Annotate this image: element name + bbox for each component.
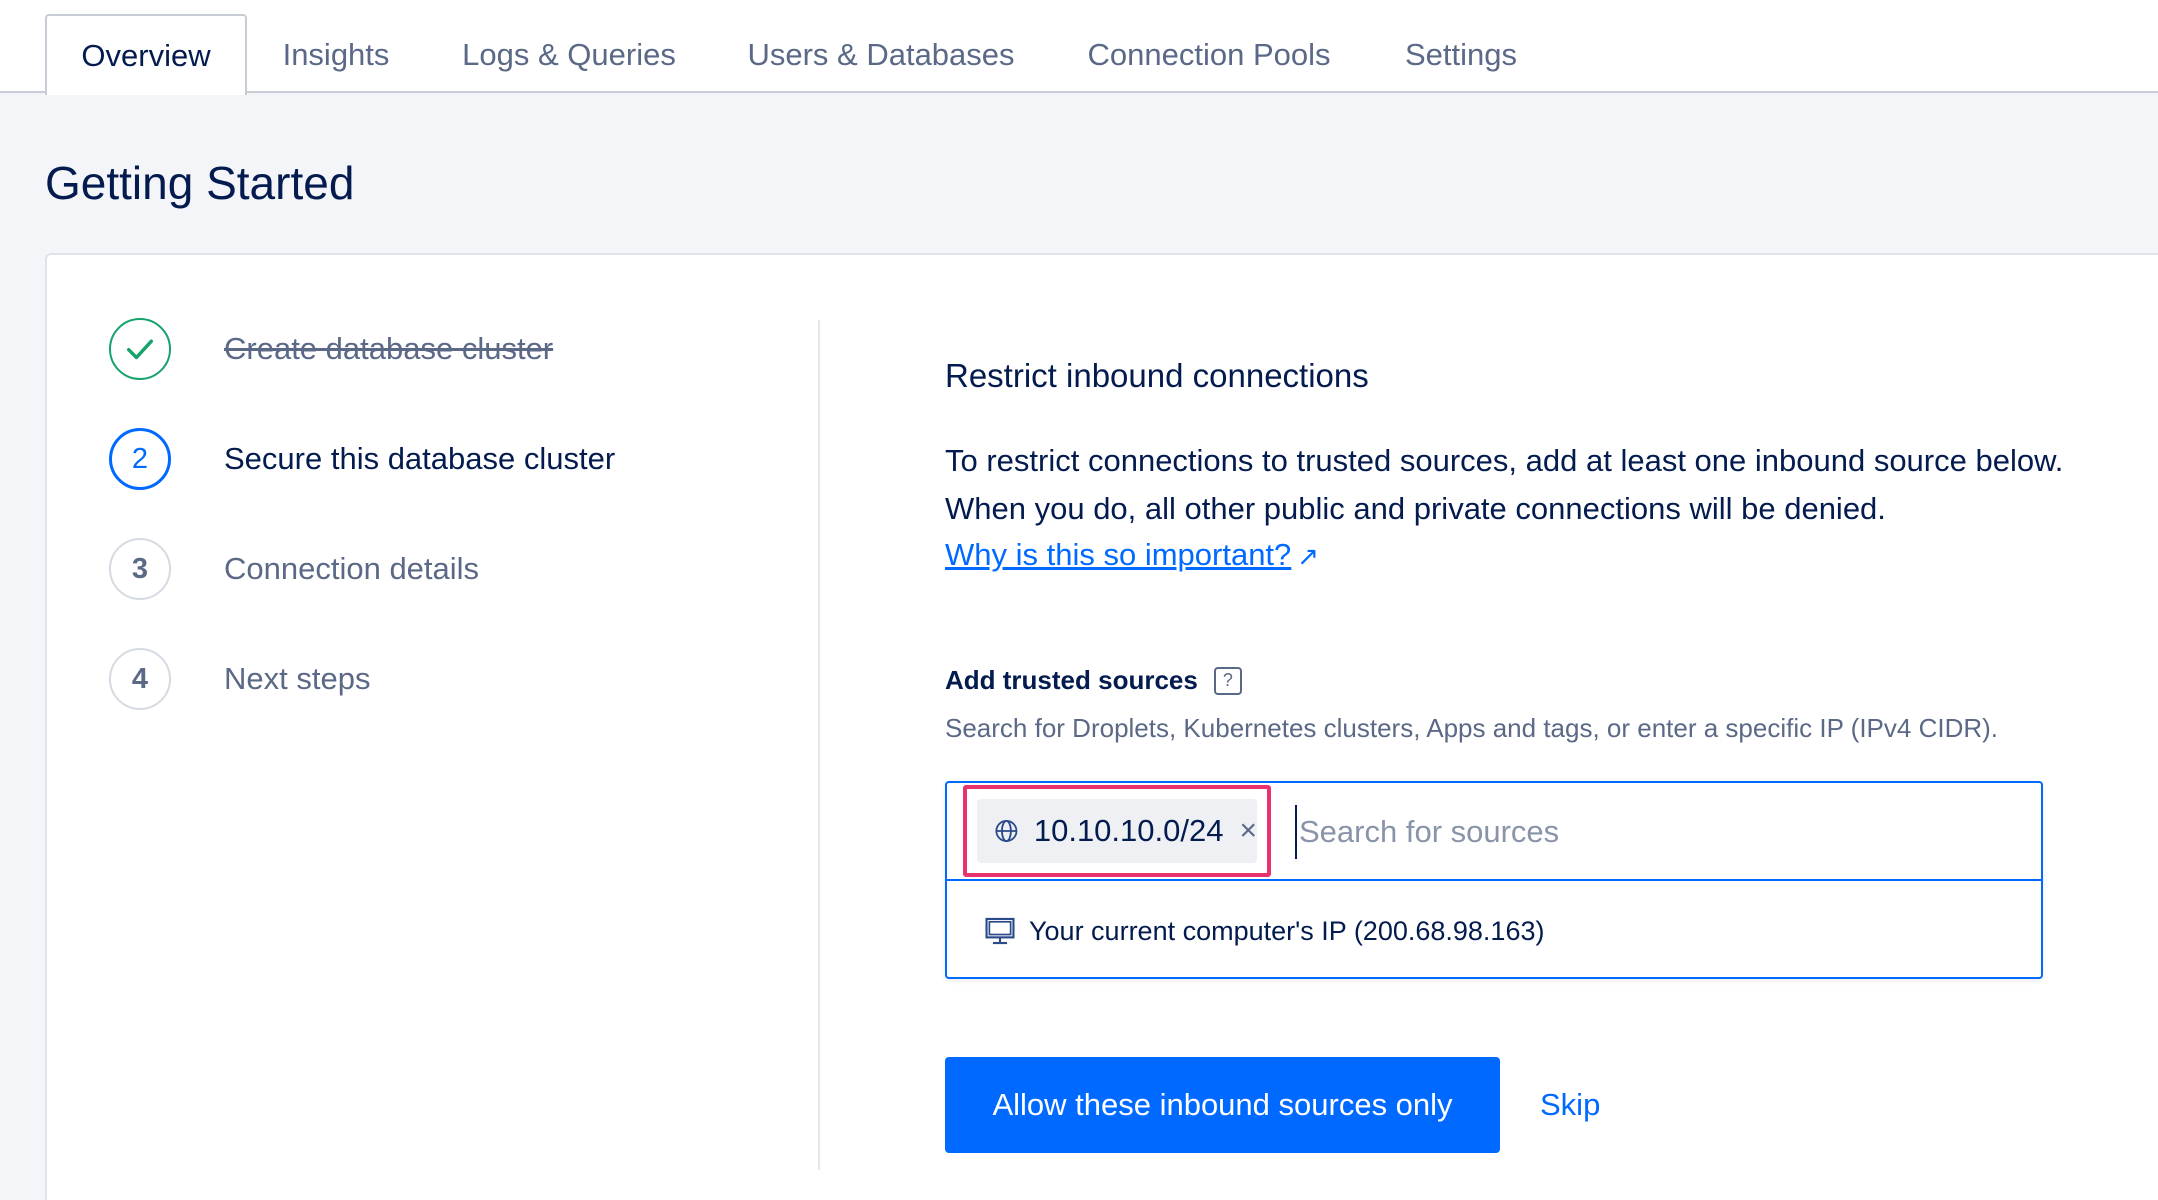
page-title: Getting Started <box>45 157 355 209</box>
step-next-steps: 4 Next steps <box>109 647 370 711</box>
step-number: 4 <box>109 648 171 710</box>
step-secure-cluster: 2 Secure this database cluster <box>109 427 615 491</box>
tab-overview[interactable]: Overview <box>45 14 247 95</box>
step-label: Secure this database cluster <box>224 441 616 476</box>
chip-highlight-box <box>963 785 1271 877</box>
allow-inbound-sources-button[interactable]: Allow these inbound sources only <box>945 1057 1500 1153</box>
help-icon[interactable]: ? <box>1213 666 1242 695</box>
suggestion-current-ip[interactable]: Your current computer's IP (200.68.98.16… <box>947 883 2041 979</box>
card-divider <box>818 320 820 1170</box>
tab-logs-queries[interactable]: Logs & Queries <box>448 14 690 95</box>
section-title: Restrict inbound connections <box>945 357 1369 394</box>
external-link-icon: ↗ <box>1297 541 1320 571</box>
tab-settings[interactable]: Settings <box>1390 14 1532 95</box>
tab-bar: Overview Insights Logs & Queries Users &… <box>0 0 2158 95</box>
page: Overview Insights Logs & Queries Users &… <box>0 0 2158 1200</box>
trusted-sources-label: Add trusted sources <box>945 665 1198 695</box>
trusted-sources-label-row: Add trusted sources ? <box>945 665 1242 696</box>
step-label: Next steps <box>224 661 371 696</box>
search-sources-input[interactable] <box>1295 805 2015 859</box>
step-label: Connection details <box>224 551 480 586</box>
tab-users-databases[interactable]: Users & Databases <box>733 14 1029 95</box>
suggestion-text: Your current computer's IP (200.68.98.16… <box>1029 915 1545 946</box>
tab-insights[interactable]: Insights <box>268 14 404 95</box>
step-done-marker <box>109 318 171 380</box>
step-number: 2 <box>109 428 171 490</box>
trusted-sources-hint: Search for Droplets, Kubernetes clusters… <box>945 713 1998 743</box>
step-create-cluster: Create database cluster <box>109 317 553 381</box>
step-number: 3 <box>109 538 171 600</box>
why-important-link[interactable]: Why is this so important? ↗ <box>945 537 1319 573</box>
checkmark-icon <box>126 339 154 360</box>
trusted-sources-field: 10.10.10.0/24 × Your current computer's … <box>945 781 2043 979</box>
skip-link[interactable]: Skip <box>1540 1087 1600 1123</box>
monitor-icon <box>985 917 1015 945</box>
step-label: Create database cluster <box>224 331 554 366</box>
step-connection-details: 3 Connection details <box>109 537 479 601</box>
section-description-line-1: To restrict connections to trusted sourc… <box>945 443 2064 478</box>
section-description-line-2: When you do, all other public and privat… <box>945 491 1886 526</box>
why-important-link-text[interactable]: Why is this so important? <box>945 537 1291 572</box>
source-input-row: 10.10.10.0/24 × <box>947 783 2041 881</box>
tab-connection-pools[interactable]: Connection Pools <box>1072 14 1346 95</box>
